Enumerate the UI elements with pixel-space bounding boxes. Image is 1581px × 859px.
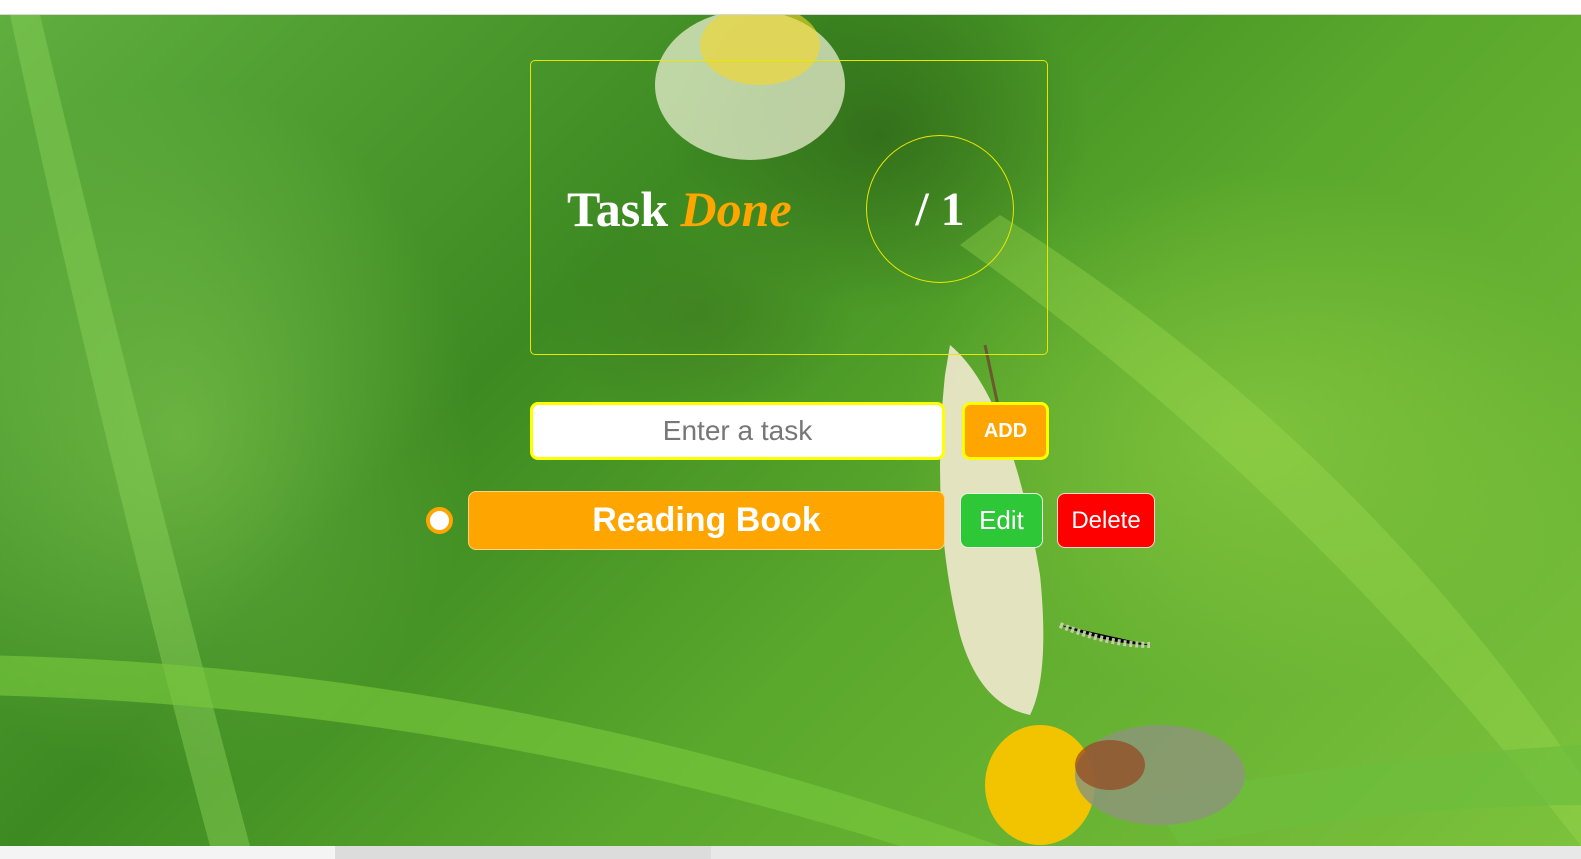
task-label: Reading Book [468,491,945,550]
task-counter: / 1 [866,135,1014,283]
title-word: Task [567,181,669,237]
task-input[interactable] [530,402,945,460]
browser-bottom-strip [0,846,1581,859]
summary-title: Task Done [567,179,792,239]
edit-button[interactable]: Edit [960,493,1043,548]
add-button[interactable]: ADD [962,402,1049,460]
task-complete-toggle[interactable] [426,507,453,534]
summary-card: Task Done / 1 [530,60,1048,355]
delete-button[interactable]: Delete [1057,493,1155,548]
browser-top-strip [0,0,1581,15]
title-highlight: Done [680,181,792,237]
